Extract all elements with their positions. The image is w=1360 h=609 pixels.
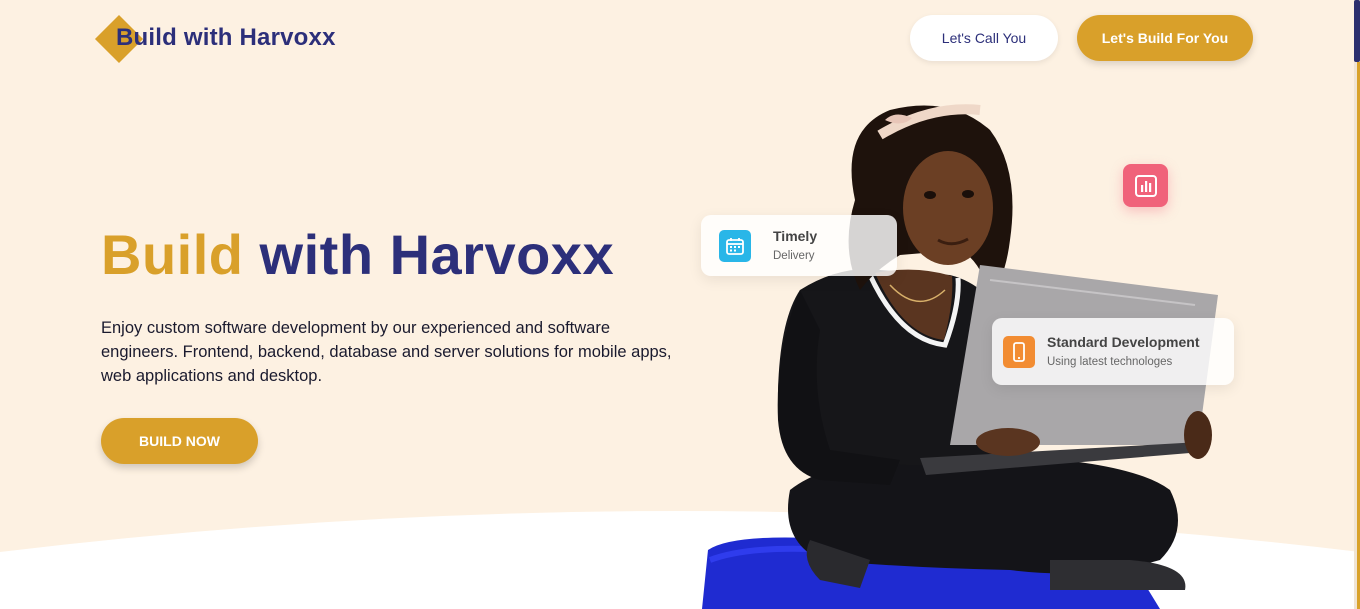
timely-card-text: Timely Delivery — [773, 227, 817, 264]
hero-title-build: Build — [101, 223, 244, 286]
standard-card-text: Standard Development Using latest techno… — [1047, 333, 1199, 370]
call-you-button[interactable]: Let's Call You — [910, 15, 1058, 61]
chart-badge — [1123, 164, 1168, 207]
mobile-phone-icon — [1003, 335, 1035, 368]
standard-card-title: Standard Development — [1047, 334, 1200, 350]
hero-description: Enjoy custom software development by our… — [101, 319, 672, 385]
brand-name: Build with Harvoxx — [116, 24, 336, 51]
standard-development-card: Standard Development Using latest techno… — [992, 318, 1234, 385]
hero-title-harvoxx: with Harvoxx — [259, 223, 615, 286]
calendar-icon — [719, 229, 751, 262]
standard-card-subtitle: Using latest technologes — [1047, 356, 1173, 368]
build-now-button[interactable]: BUILD NOW — [101, 418, 258, 464]
timely-card-subtitle: Delivery — [773, 250, 815, 262]
hero-title: Build with Harvoxx — [101, 222, 614, 287]
scrollbar-thumb[interactable] — [1354, 0, 1360, 62]
timely-delivery-card: Timely Delivery — [701, 215, 897, 276]
timely-card-title: Timely — [773, 228, 818, 244]
bar-chart-icon — [1134, 174, 1157, 197]
brand-logo[interactable]: Build with Harvoxx — [94, 14, 336, 64]
build-for-you-button[interactable]: Let's Build For You — [1077, 15, 1253, 61]
